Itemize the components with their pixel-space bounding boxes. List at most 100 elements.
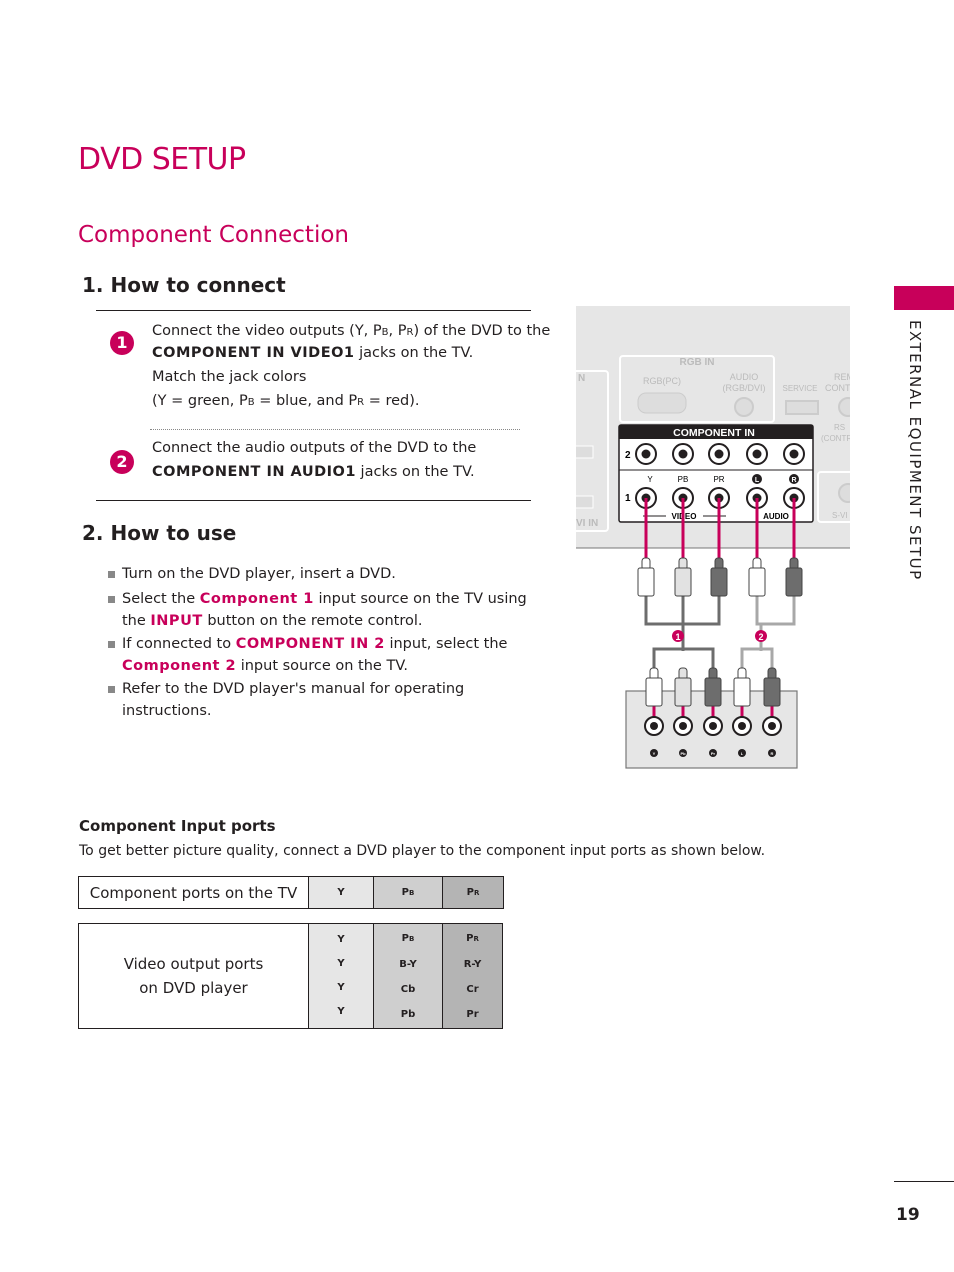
service-port-icon [785, 400, 819, 415]
rca-jack-center [678, 449, 688, 459]
panel-label: RGB(PC) [643, 376, 681, 386]
connection-diagram: N VI IN RGB IN RGB(PC) AUDIO (RGB/DVI) S… [576, 306, 850, 769]
component-ports-description: To get better picture quality, connect a… [79, 843, 766, 859]
panel-label: RGB IN [680, 357, 715, 368]
panel-label: (RGB/DVI) [722, 383, 765, 393]
side-tab-label: EXTERNAL EQUIPMENT SETUP [906, 320, 924, 581]
how-to-use-heading: 2. How to use [82, 521, 237, 545]
text: Match the jack colors [152, 369, 307, 385]
jack-label: L [755, 477, 760, 484]
text: Select the [122, 591, 200, 607]
table-cell: Y [308, 876, 374, 909]
text: = blue, and P [254, 393, 358, 409]
how-to-connect-heading: 1. How to connect [82, 273, 286, 297]
table-row: Component ports on the TV Y PB PR [78, 876, 504, 909]
text: P [401, 887, 409, 898]
top-plug-body [785, 567, 803, 597]
text: input, select the [384, 636, 508, 652]
row-label: 1 [625, 493, 631, 504]
text: Refer to the DVD player's manual for ope… [122, 681, 465, 719]
panel-label: AUDIO [730, 372, 759, 382]
component-ports-title: Component Input ports [79, 817, 276, 835]
text: Y [337, 958, 345, 969]
text: jacks on the TV. [354, 345, 474, 361]
plugs [637, 557, 803, 707]
svideo-jack-icon [838, 483, 850, 503]
marker-label: 1 [675, 632, 680, 642]
bottom-plug-body [733, 677, 751, 707]
dvd-rca-jack-center [709, 722, 717, 730]
bullet-icon [108, 596, 115, 603]
dvd-jack-label: Y [653, 751, 656, 756]
jack-label: R [791, 477, 796, 484]
panel-label: RS [834, 423, 845, 432]
bullet-icon [108, 571, 115, 578]
top-plug-body [637, 567, 655, 597]
panel-label: S-VI [832, 511, 848, 520]
remote-jack-icon [838, 397, 850, 417]
text: Y [337, 887, 345, 898]
jack-label: PR [713, 475, 724, 484]
text: Y [337, 1006, 345, 1017]
table-cell: PR R-Y Cr Pr [442, 923, 503, 1029]
list-item: If connected to COMPONENT IN 2 input, se… [108, 633, 538, 677]
text: B [247, 397, 255, 408]
text: jacks on the TV. [355, 464, 475, 480]
text: (Y = green, P [152, 393, 248, 409]
footer-rule [894, 1181, 954, 1182]
divider [96, 310, 531, 311]
row-label: 2 [625, 450, 631, 461]
text: Video output ports [123, 955, 264, 973]
table-cell: PB [373, 876, 443, 909]
highlight: INPUT [150, 613, 203, 629]
text: the [122, 613, 151, 629]
tv-ports-table: Component ports on the TV Y PB PR [78, 876, 504, 909]
top-plug-body [710, 567, 728, 597]
dvd-jack-label: Pr [711, 751, 716, 756]
dvd-jack-label: Pb [680, 751, 686, 756]
dvd-rca-jack-center [650, 722, 658, 730]
bottom-plug-body [645, 677, 663, 707]
text: on DVD player [139, 979, 248, 997]
panel-label: CONT [825, 383, 850, 393]
hdmi-port-icon [576, 495, 594, 509]
table-cell: Video output ports on DVD player [78, 923, 309, 1029]
text: B-Y [399, 958, 417, 970]
text: Turn on the DVD player, insert a DVD. [122, 566, 396, 582]
section-title: Component Connection [78, 222, 349, 248]
text: R [473, 889, 480, 897]
text: input source on the TV. [236, 658, 408, 674]
text: = red). [364, 393, 420, 409]
step-number-badge: 1 [110, 331, 134, 355]
text: Y [337, 982, 345, 993]
table-cell: Component ports on the TV [78, 876, 309, 909]
text: If connected to [122, 636, 236, 652]
bullet-icon [108, 686, 115, 693]
step-2-text: Connect the audio outputs of the DVD to … [152, 438, 552, 483]
table-cell: PR [442, 876, 504, 909]
panel-label: REM [834, 372, 850, 382]
bottom-plug-body [674, 677, 692, 707]
panel-label: (CONTR [821, 434, 850, 443]
highlight: COMPONENT IN 2 [235, 636, 385, 652]
component-in-label: COMPONENT IN [673, 427, 755, 439]
bullet-icon [108, 641, 115, 648]
jack-name: COMPONENT IN AUDIO1 [152, 464, 356, 480]
top-plug-body [748, 567, 766, 597]
highlight: Component 1 [199, 591, 314, 607]
text: ) of the DVD to the [413, 323, 551, 339]
text: B [409, 934, 415, 943]
audio-group-label: AUDIO [763, 512, 789, 521]
text: button on the remote control. [202, 613, 423, 629]
rca-jack-center [714, 449, 724, 459]
text: P [401, 932, 409, 944]
dotted-divider [150, 429, 520, 430]
vga-port-icon [637, 392, 687, 414]
jack-name: COMPONENT IN VIDEO1 [152, 345, 355, 361]
dvd-rca-jack-center [768, 722, 776, 730]
text: Connect the video outputs (Y, P [152, 323, 382, 339]
table-row: Video output ports on DVD player Y Y Y Y … [78, 923, 503, 1029]
text: , P [388, 323, 407, 339]
step-1-text: Connect the video outputs (Y, PB, PR) of… [152, 321, 552, 413]
dvd-rca-jack-center [738, 722, 746, 730]
